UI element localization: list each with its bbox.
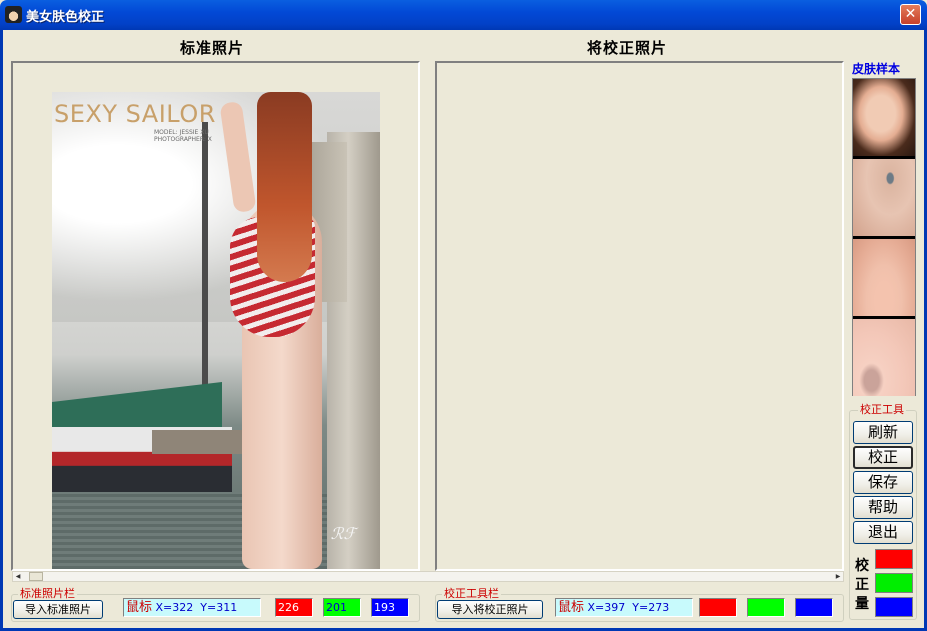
import-standard-photo-button[interactable]: 导入标准照片 [13, 600, 103, 619]
app-icon [5, 6, 22, 23]
correction-amount-char: 量 [855, 596, 869, 612]
target-green-value [747, 598, 785, 617]
skin-samples-strip [852, 78, 916, 396]
standard-green-value: 201 [323, 598, 361, 617]
correction-amount-label: 校 正 量 [855, 557, 869, 614]
help-button[interactable]: 帮助 [853, 496, 913, 519]
close-button[interactable]: ✕ [900, 4, 921, 25]
mouse-label: 鼠标 [558, 600, 585, 615]
correct-bar-label: 校正工具栏 [442, 587, 501, 600]
correction-green-swatch [875, 573, 913, 593]
target-red-value [699, 598, 737, 617]
scroll-right-arrow-icon[interactable]: ▶ [833, 572, 843, 581]
photo-model-hair [257, 92, 312, 282]
mouse-y: Y=273 [632, 601, 670, 614]
photo-credit-line: MODEL: JESSIE XU [154, 129, 209, 136]
photo-signature: ℛℱ [330, 524, 356, 543]
correction-amount-char: 校 [855, 558, 869, 574]
exit-button[interactable]: 退出 [853, 521, 913, 544]
refresh-button[interactable]: 刷新 [853, 421, 913, 444]
mouse-x: X=322 [155, 601, 194, 614]
skin-sample-2[interactable] [853, 159, 915, 237]
standard-blue-value: 193 [371, 598, 409, 617]
tools-group-label: 校正工具 [858, 403, 906, 416]
window-title: 美女肤色校正 [26, 10, 105, 25]
mouse-y: Y=311 [200, 601, 238, 614]
save-button[interactable]: 保存 [853, 471, 913, 494]
target-mouse-readout: 鼠标 X=397 Y=273 [555, 598, 693, 617]
mouse-label: 鼠标 [126, 600, 153, 615]
photo-logo-text: SEXY SAILOR [54, 100, 216, 128]
correction-red-swatch [875, 549, 913, 569]
import-target-photo-button[interactable]: 导入将校正照片 [437, 600, 543, 619]
photo-mast [202, 122, 208, 392]
mouse-x: X=397 [587, 601, 626, 614]
horizontal-scrollbar[interactable]: ◀ ▶ [12, 571, 844, 582]
title-bar: 美女肤色校正 ✕ [0, 0, 927, 30]
standard-photo-heading: 标准照片 [180, 39, 245, 57]
skin-sample-3[interactable] [853, 239, 915, 317]
scroll-left-arrow-icon[interactable]: ◀ [13, 572, 23, 581]
standard-bar-label: 标准照片栏 [18, 587, 77, 600]
skin-sample-4[interactable] [853, 319, 915, 396]
photo-credit: MODEL: JESSIE XU PHOTOGRAPHER: X [154, 129, 212, 143]
standard-photo[interactable]: SEXY SAILOR MODEL: JESSIE XU PHOTOGRAPHE… [52, 92, 380, 569]
correction-blue-swatch [875, 597, 913, 617]
skin-samples-title: 皮肤样本 [852, 62, 901, 76]
photo-credit-line: PHOTOGRAPHER: X [154, 136, 212, 143]
standard-red-value: 226 [275, 598, 313, 617]
skin-sample-1[interactable] [853, 79, 915, 157]
target-photo-panel[interactable] [435, 61, 844, 571]
correct-button[interactable]: 校正 [853, 446, 913, 469]
correction-amount-char: 正 [855, 577, 869, 593]
target-photo-heading: 将校正照片 [587, 39, 668, 57]
standard-mouse-readout: 鼠标 X=322 Y=311 [123, 598, 261, 617]
photo-sail [52, 382, 222, 432]
target-blue-value [795, 598, 833, 617]
scroll-thumb[interactable] [29, 572, 43, 581]
